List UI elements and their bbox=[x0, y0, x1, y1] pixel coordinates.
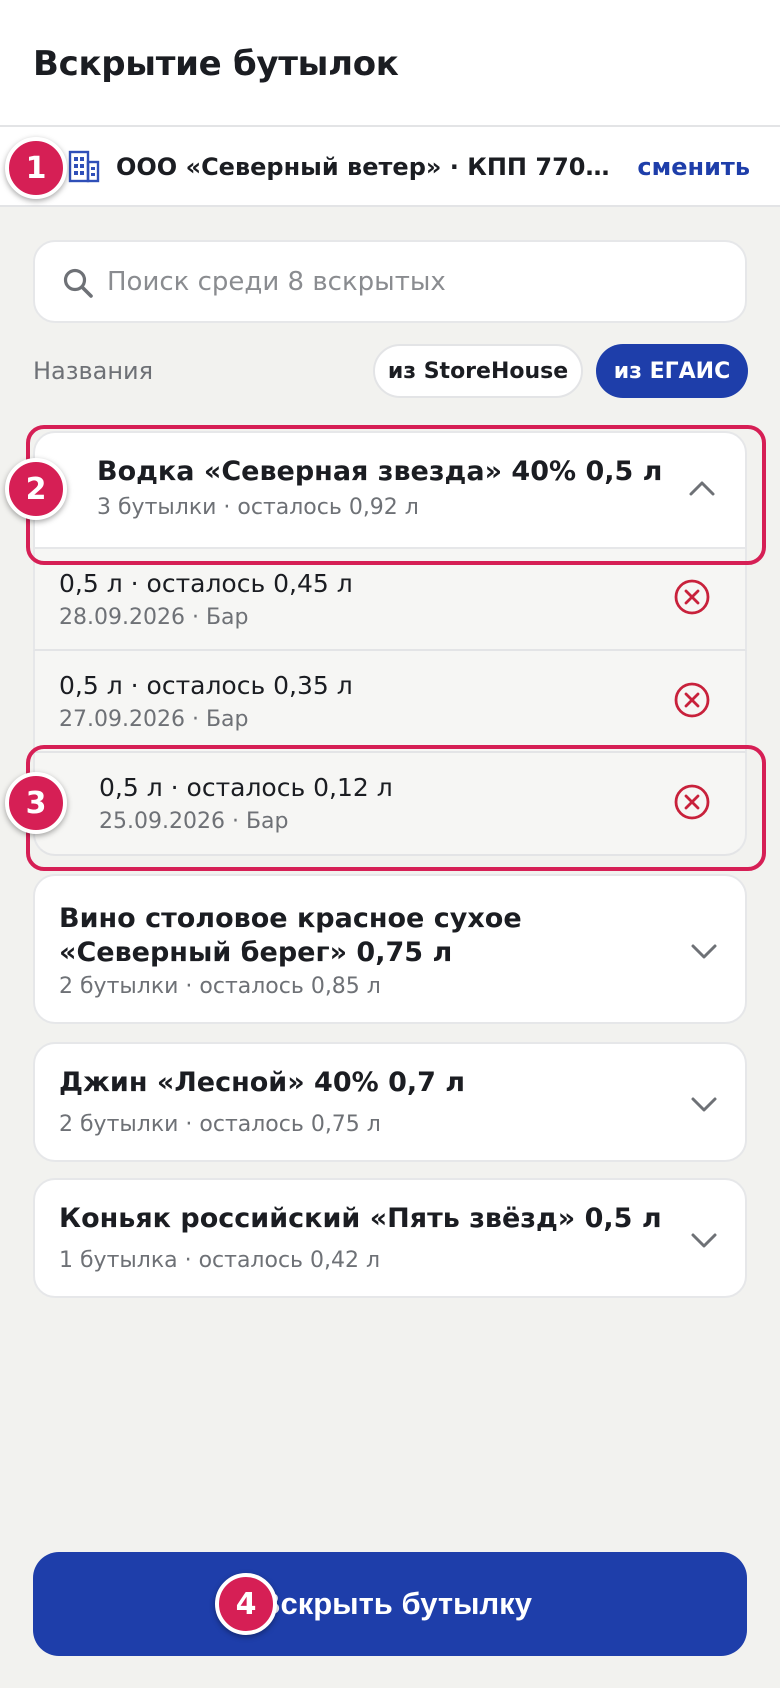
group-header-vodka[interactable]: Водка «Северная звезда» 40% 0,5 л 3 буты… bbox=[33, 431, 747, 549]
bottle-meta: 27.09.2026 · Бар bbox=[59, 707, 249, 732]
bottle-volume: 0,5 л · осталось 0,45 л bbox=[59, 569, 353, 598]
annotation-badge: 2 bbox=[5, 458, 67, 520]
bottle-meta: 25.09.2026 · Бар bbox=[99, 809, 289, 834]
names-label: Названия bbox=[33, 357, 154, 385]
group-subtitle: 2 бутылки · осталось 0,75 л bbox=[59, 1112, 381, 1137]
group-subtitle: 3 бутылки · осталось 0,92 л bbox=[97, 495, 419, 520]
bottle-row: 0,5 л · осталось 0,35 л 27.09.2026 · Бар bbox=[33, 651, 747, 753]
bottle-volume: 0,5 л · осталось 0,12 л bbox=[99, 773, 393, 802]
group-card-gin[interactable]: Джин «Лесной» 40% 0,7 л 2 бутылки · оста… bbox=[33, 1042, 747, 1162]
group-title: Вино столовое красное сухое «Северный бе… bbox=[59, 903, 522, 968]
toggle-egais[interactable]: из ЕГАИС bbox=[596, 344, 748, 398]
group-card-cognac[interactable]: Коньяк российский «Пять звёзд» 0,5 л 1 б… bbox=[33, 1178, 747, 1298]
building-icon bbox=[68, 150, 100, 183]
group-title: Водка «Северная звезда» 40% 0,5 л bbox=[97, 456, 663, 487]
chevron-down-icon[interactable] bbox=[689, 936, 719, 966]
organization-bar: ООО «Северный ветер» · КПП 770101001 сме… bbox=[0, 127, 780, 207]
bottle-meta: 28.09.2026 · Бар bbox=[59, 605, 249, 630]
group-title: Коньяк российский «Пять звёзд» 0,5 л bbox=[59, 1203, 662, 1234]
annotation-badge: 1 bbox=[5, 137, 67, 199]
open-bottle-button[interactable]: Вскрыть бутылку bbox=[33, 1552, 747, 1656]
group-subtitle: 1 бутылка · осталось 0,42 л bbox=[59, 1248, 381, 1273]
group-title: Джин «Лесной» 40% 0,7 л bbox=[59, 1067, 466, 1098]
remove-icon[interactable] bbox=[673, 681, 711, 719]
chevron-down-icon[interactable] bbox=[689, 1089, 719, 1119]
remove-icon[interactable] bbox=[673, 783, 711, 821]
bottle-row: 0,5 л · осталось 0,45 л 28.09.2026 · Бар bbox=[33, 549, 747, 651]
search-field[interactable] bbox=[33, 240, 747, 323]
chevron-up-icon[interactable] bbox=[687, 473, 717, 503]
annotation-badge: 3 bbox=[5, 772, 67, 834]
search-input[interactable] bbox=[107, 246, 727, 317]
group-card-wine[interactable]: Вино столовое красное сухое «Северный бе… bbox=[33, 874, 747, 1024]
change-organization-link[interactable]: сменить bbox=[637, 153, 750, 181]
page-title: Вскрытие бутылок bbox=[33, 44, 399, 84]
remove-icon[interactable] bbox=[673, 578, 711, 616]
search-icon bbox=[63, 268, 93, 298]
open-bottle-button-label: Вскрыть бутылку bbox=[258, 1586, 532, 1621]
bottle-volume: 0,5 л · осталось 0,35 л bbox=[59, 671, 353, 700]
bottle-row: 0,5 л · осталось 0,12 л 25.09.2026 · Бар bbox=[33, 753, 747, 856]
chevron-down-icon[interactable] bbox=[689, 1225, 719, 1255]
annotation-badge: 4 bbox=[215, 1573, 277, 1635]
group-subtitle: 2 бутылки · осталось 0,85 л bbox=[59, 974, 381, 999]
toggle-storehouse[interactable]: из StoreHouse bbox=[373, 344, 583, 398]
app-header: Вскрытие бутылок bbox=[0, 0, 780, 127]
organization-name: ООО «Северный ветер» · КПП 770101001 bbox=[116, 153, 626, 181]
